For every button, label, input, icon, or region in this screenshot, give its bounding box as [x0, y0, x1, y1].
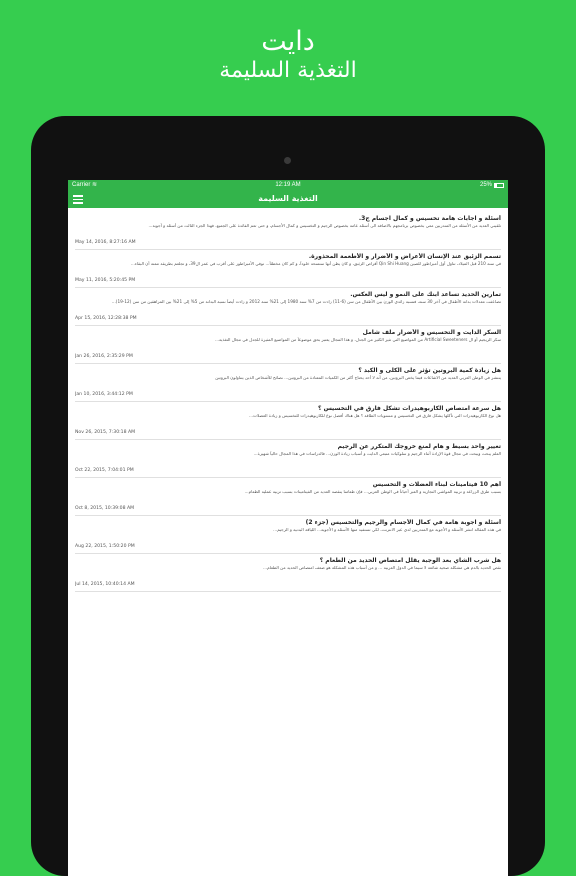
article-item[interactable]: تغيير واحد بسيط و هام لمنع خروجك المتكرر…: [75, 440, 501, 478]
article-excerpt: ينتشر في الوطن العربي العديد من الاشاعات…: [215, 375, 501, 380]
article-date: Jul 14, 2015, 10:40:14 AM: [75, 581, 135, 587]
article-item[interactable]: هل سرعة امتصاص الكاربوهيدرات تشكل فارق ف…: [75, 402, 501, 440]
article-date: May 11, 2016, 5:20:45 PM: [75, 277, 136, 283]
article-excerpt: نقص الحديد بالدم هي مشكلة صحية شائعة لا …: [263, 565, 501, 570]
article-date: Aug 22, 2015, 1:50:20 PM: [75, 543, 135, 549]
article-excerpt: في سنة 210 قبل الميلاد، تناول أول أمبراط…: [130, 261, 501, 266]
battery-percent: 25%: [479, 182, 492, 188]
article-title: تغيير واحد بسيط و هام لمنع خروجك المتكرر…: [337, 443, 501, 450]
status-time: 12:19 AM: [275, 182, 301, 188]
article-title: أهم 10 فيتامينات لبناء العضلات و التخسيس: [372, 481, 501, 488]
article-item[interactable]: أسئلة و اجوبة هامة في كمال الأجسام والرج…: [75, 516, 501, 554]
article-date: Nov 26, 2015, 7:30:18 AM: [75, 429, 136, 435]
article-title: تمارين الحديد تساعد ابنك على النمو و ليس…: [350, 291, 501, 298]
article-date: Oct 22, 2015, 7:04:01 PM: [75, 467, 134, 473]
article-excerpt: بسبب طرق الزراعة و تربية المواشي التجاري…: [244, 489, 501, 494]
article-title: أسئلة و اجابات هامة تخسيس و كمال اجسام ج…: [358, 215, 501, 222]
article-title: هل زيادة كمية البروتين تؤثر على الكلى و …: [358, 367, 501, 374]
status-bar: Carrier ≋ 12:19 AM 25%: [68, 180, 508, 190]
article-title: هل شرب الشاي بعد الوجبة يقلل امتصاص الحد…: [319, 557, 501, 564]
article-title: هل سرعة امتصاص الكاربوهيدرات تشكل فارق ف…: [318, 405, 501, 412]
article-item[interactable]: أهم 10 فيتامينات لبناء العضلات و التخسيس…: [75, 478, 501, 516]
article-title: أسئلة و اجوبة هامة في كمال الأجسام والرج…: [305, 519, 501, 526]
camera: [284, 157, 291, 164]
article-excerpt: تضاعفت معدلات بدانة الأطفال في آخر 30 سن…: [111, 299, 501, 304]
nav-bar: التغذية السليمة: [68, 190, 508, 208]
article-date: May 14, 2016, 8:27:16 AM: [75, 239, 136, 245]
article-item[interactable]: السكر الدايت و التخسيس و الأضرار ملف شام…: [75, 326, 501, 364]
article-excerpt: العلم يبحث ويبحث في مجال قوة الإرادة أثن…: [253, 451, 501, 456]
article-list: أسئلة و اجابات هامة تخسيس و كمال اجسام ج…: [68, 208, 508, 592]
nav-title: التغذية السليمة: [258, 194, 318, 203]
article-title: تسمم الزئبق عند الإنسان الأعراض و الأضرا…: [308, 253, 501, 260]
app-tagline: التغذية السليمة: [219, 58, 357, 83]
article-date: Apr 15, 2016, 12:28:38 PM: [75, 315, 137, 321]
article-excerpt: هل نوع الكاربوهيدرات التي تأكلها يشكل فا…: [249, 413, 501, 418]
article-date: Jan 26, 2016, 2:35:29 PM: [75, 353, 133, 359]
article-item[interactable]: أسئلة و اجابات هامة تخسيس و كمال اجسام ج…: [75, 212, 501, 250]
article-date: Jan 10, 2016, 3:44:12 PM: [75, 391, 133, 397]
article-item[interactable]: تسمم الزئبق عند الإنسان الأعراض و الأضرا…: [75, 250, 501, 288]
tablet-frame: Carrier ≋ 12:19 AM 25% التغذية السليمة أ…: [31, 116, 545, 876]
article-excerpt: في هذه المقالة انشر الأسئلة و الأجوبة مع…: [273, 527, 501, 532]
article-excerpt: سكر الريجيم أو ال Artificial Sweeteners …: [215, 337, 501, 342]
article-date: Oct 8, 2015, 10:39:08 AM: [75, 505, 135, 511]
article-item[interactable]: هل زيادة كمية البروتين تؤثر على الكلى و …: [75, 364, 501, 402]
app-screen: Carrier ≋ 12:19 AM 25% التغذية السليمة أ…: [68, 180, 508, 876]
article-title: السكر الدايت و التخسيس و الأضرار ملف شام…: [362, 329, 501, 336]
article-item[interactable]: هل شرب الشاي بعد الوجبة يقلل امتصاص الحد…: [75, 554, 501, 592]
battery-icon: [494, 182, 504, 188]
app-name: دايت: [261, 26, 315, 57]
article-item[interactable]: تمارين الحديد تساعد ابنك على النمو و ليس…: [75, 288, 501, 326]
article-excerpt: تلقيني العديد من الأسئلة من المتدربين مع…: [148, 223, 501, 228]
battery-status: 25%: [480, 180, 504, 190]
